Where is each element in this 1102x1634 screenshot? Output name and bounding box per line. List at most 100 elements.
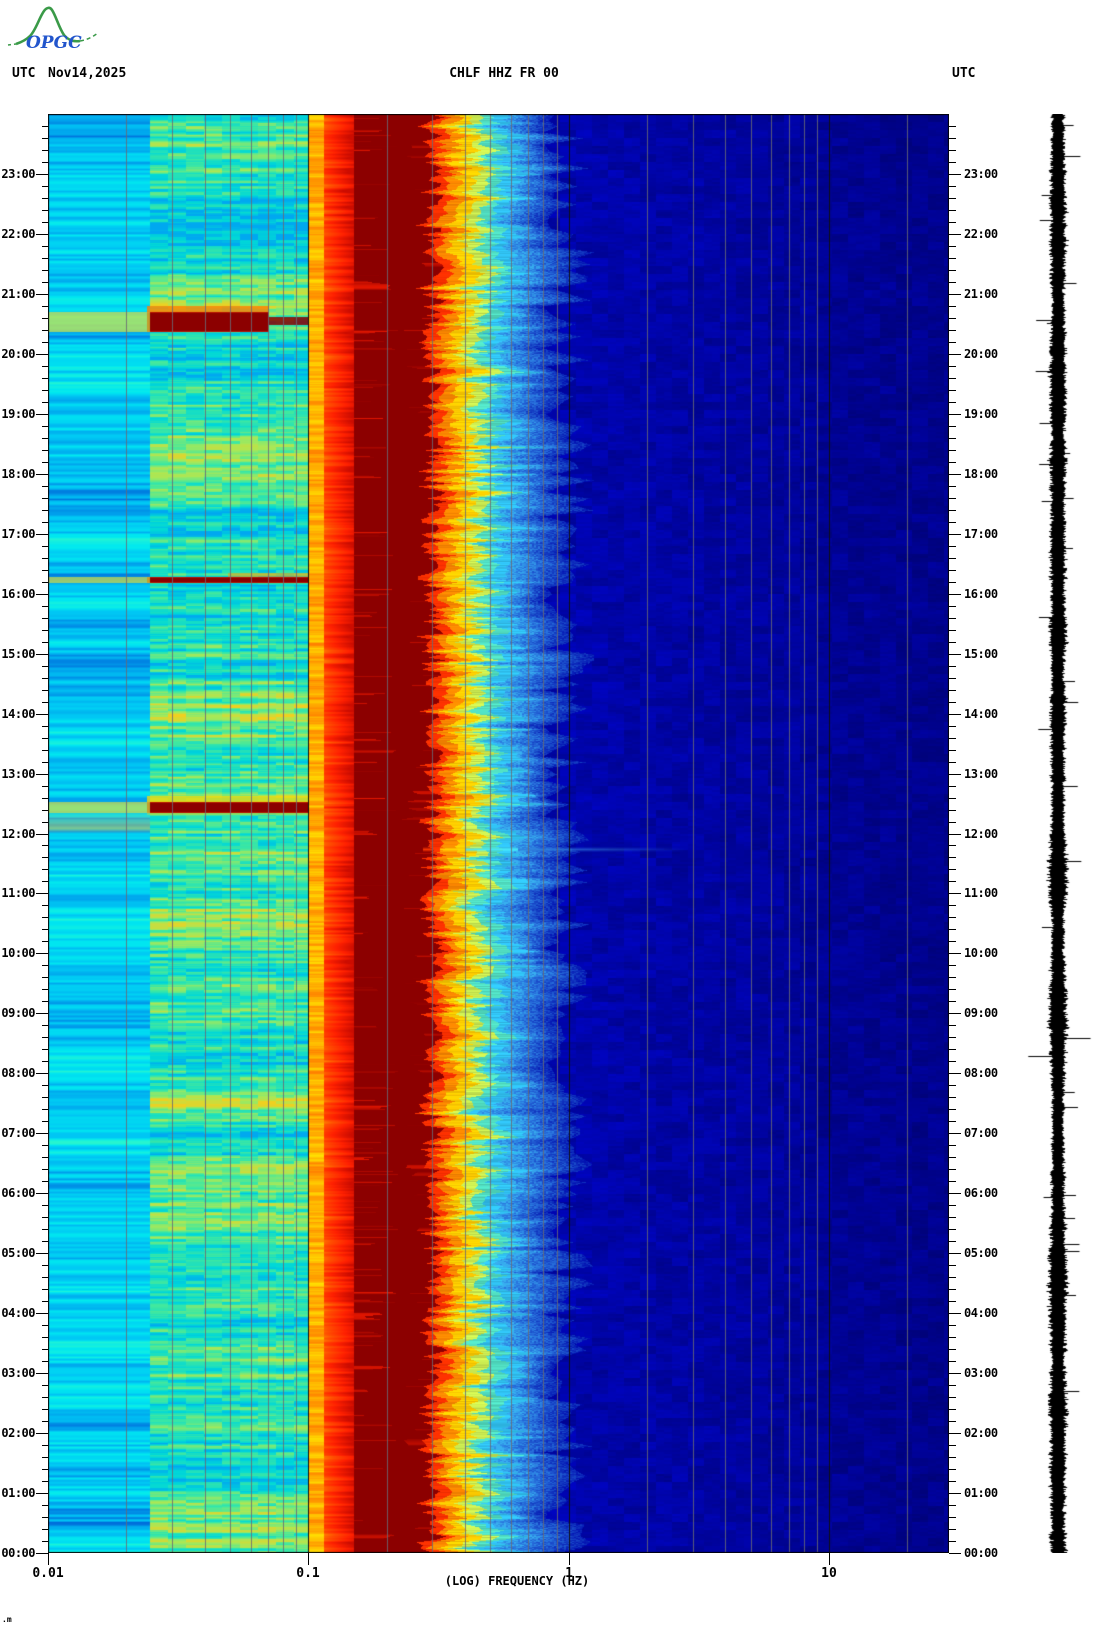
y-minor-tick-right xyxy=(949,137,956,139)
y-minor-tick-right xyxy=(949,797,956,799)
y-minor-tick-left xyxy=(42,1169,48,1171)
y-major-tick-right xyxy=(949,833,961,835)
y-minor-tick-right xyxy=(949,1205,956,1207)
y-minor-tick-right xyxy=(949,1349,956,1351)
x-tick-label: 0.01 xyxy=(32,1566,64,1581)
y-minor-tick-left xyxy=(42,761,48,763)
y-minor-tick-right xyxy=(949,257,956,259)
y-major-tick-right xyxy=(949,533,961,535)
seismogram-trace xyxy=(1023,114,1093,1553)
y-minor-tick-left xyxy=(42,269,48,271)
y-minor-tick-left xyxy=(42,389,48,391)
y-axis-label-right: 07:00 xyxy=(964,1126,998,1141)
y-major-tick-right xyxy=(949,473,961,475)
y-minor-tick-right xyxy=(949,1229,956,1231)
y-axis-label-right: 16:00 xyxy=(964,586,998,601)
y-minor-tick-right xyxy=(949,569,956,571)
y-minor-tick-left xyxy=(42,557,48,559)
y-minor-tick-left xyxy=(42,317,48,319)
y-major-tick-right xyxy=(949,1193,961,1195)
y-minor-tick-left xyxy=(42,917,48,919)
y-minor-tick-left xyxy=(42,701,48,703)
y-minor-tick-left xyxy=(42,1025,48,1027)
y-minor-tick-right xyxy=(949,1361,956,1363)
y-axis-label-right: 11:00 xyxy=(964,886,998,901)
y-minor-tick-right xyxy=(949,1481,956,1483)
y-minor-tick-right xyxy=(949,881,956,883)
y-major-tick-right xyxy=(949,413,961,415)
y-minor-tick-left xyxy=(42,665,48,667)
y-major-tick-right xyxy=(949,1253,961,1255)
y-minor-tick-right xyxy=(949,221,956,223)
y-minor-tick-left xyxy=(42,1481,48,1483)
y-axis-label-left: 01:00 xyxy=(1,1486,35,1501)
y-minor-tick-left xyxy=(42,1505,48,1507)
y-axis-label-left: 18:00 xyxy=(1,466,35,481)
y-axis-label-left: 05:00 xyxy=(1,1246,35,1261)
y-axis-label-right: 00:00 xyxy=(964,1546,998,1560)
y-axis-label-right: 08:00 xyxy=(964,1066,998,1081)
y-minor-tick-left xyxy=(42,221,48,223)
opgc-logo-text: OPGC xyxy=(26,33,82,53)
y-minor-tick-right xyxy=(949,389,956,391)
y-major-tick-right xyxy=(949,773,961,775)
y-minor-tick-right xyxy=(949,449,956,451)
x-decade-tick xyxy=(308,1553,309,1565)
y-minor-tick-right xyxy=(949,869,956,871)
y-minor-tick-left xyxy=(42,137,48,139)
y-minor-tick-right xyxy=(949,581,956,583)
y-major-tick-right xyxy=(949,1493,961,1495)
y-minor-tick-left xyxy=(42,857,48,859)
y-minor-tick-right xyxy=(949,401,956,403)
x-axis-label: (LOG) FREQUENCY (HZ) xyxy=(444,1574,590,1588)
y-minor-tick-left xyxy=(42,521,48,523)
y-minor-tick-left xyxy=(42,1229,48,1231)
y-major-tick-left xyxy=(36,593,48,595)
y-minor-tick-right xyxy=(949,1181,956,1183)
y-major-tick-left xyxy=(36,1313,48,1315)
y-major-tick-right xyxy=(949,893,961,895)
y-minor-tick-right xyxy=(949,1001,956,1003)
y-minor-tick-right xyxy=(949,1157,956,1159)
y-minor-tick-right xyxy=(949,629,956,631)
y-minor-tick-right xyxy=(949,1301,956,1303)
y-minor-tick-left xyxy=(42,941,48,943)
y-axis-label-right: 12:00 xyxy=(964,826,998,841)
y-minor-tick-left xyxy=(42,185,48,187)
page-title: CHLF HHZ FR 00 xyxy=(449,66,559,81)
y-minor-tick-right xyxy=(949,245,956,247)
y-minor-tick-left xyxy=(42,1085,48,1087)
y-minor-tick-left xyxy=(42,629,48,631)
y-axis-label-right: 02:00 xyxy=(964,1426,998,1441)
y-minor-tick-left xyxy=(42,1529,48,1531)
y-minor-tick-left xyxy=(42,1469,48,1471)
y-axis-label-left: 09:00 xyxy=(1,1006,35,1021)
y-minor-tick-right xyxy=(949,1505,956,1507)
y-axis-label-left: 10:00 xyxy=(1,946,35,961)
y-minor-tick-right xyxy=(949,1517,956,1519)
y-minor-tick-left xyxy=(42,569,48,571)
y-axis-label-right: 17:00 xyxy=(964,526,998,541)
y-minor-tick-left xyxy=(42,1205,48,1207)
y-axis-label-right: 15:00 xyxy=(964,646,998,661)
y-minor-tick-right xyxy=(949,821,956,823)
y-minor-tick-left xyxy=(42,1097,48,1099)
y-minor-tick-left xyxy=(42,401,48,403)
y-axis-label-left: 12:00 xyxy=(1,826,35,841)
y-minor-tick-left xyxy=(42,497,48,499)
y-minor-tick-left xyxy=(42,1397,48,1399)
x-tick-label: 10 xyxy=(821,1566,837,1581)
y-minor-tick-right xyxy=(949,1541,956,1542)
y-minor-tick-right xyxy=(949,785,956,787)
y-minor-tick-right xyxy=(949,485,956,487)
y-minor-tick-left xyxy=(42,821,48,823)
y-minor-tick-right xyxy=(949,425,956,427)
y-minor-tick-left xyxy=(42,1457,48,1459)
y-minor-tick-left xyxy=(42,1277,48,1279)
y-minor-tick-left xyxy=(42,989,48,991)
y-minor-tick-left xyxy=(42,809,48,811)
y-axis-label-left: 13:00 xyxy=(1,766,35,781)
y-minor-tick-left xyxy=(42,125,48,127)
x-decade-tick xyxy=(569,1553,570,1565)
y-minor-tick-right xyxy=(949,809,956,811)
